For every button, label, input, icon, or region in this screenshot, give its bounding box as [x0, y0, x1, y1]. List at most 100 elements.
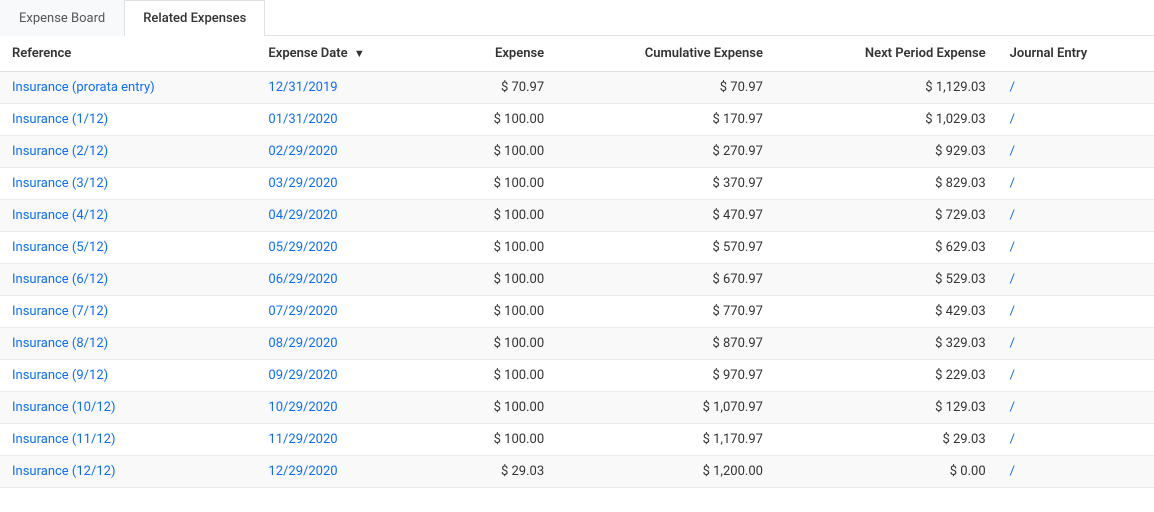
cell-expense-date[interactable]: 04/29/2020: [256, 200, 441, 232]
cell-cumulative-expense: $ 70.97: [556, 72, 775, 104]
cell-next-period-expense: $ 1,029.03: [775, 104, 998, 136]
col-header-next-period-expense: Next Period Expense: [775, 36, 998, 72]
table-row: Insurance (11/12)11/29/2020$ 100.00$ 1,1…: [0, 424, 1154, 456]
table-row: Insurance (7/12)07/29/2020$ 100.00$ 770.…: [0, 296, 1154, 328]
tab-expense-board[interactable]: Expense Board: [0, 0, 124, 36]
cell-reference[interactable]: Insurance (9/12): [0, 360, 256, 392]
cell-journal-entry[interactable]: /: [998, 136, 1154, 168]
cell-journal-entry[interactable]: /: [998, 456, 1154, 488]
cell-reference[interactable]: Insurance (4/12): [0, 200, 256, 232]
table-row: Insurance (prorata entry)12/31/2019$ 70.…: [0, 72, 1154, 104]
cell-journal-entry[interactable]: /: [998, 232, 1154, 264]
cell-next-period-expense: $ 229.03: [775, 360, 998, 392]
cell-expense: $ 100.00: [442, 168, 557, 200]
cell-next-period-expense: $ 1,129.03: [775, 72, 998, 104]
cell-reference[interactable]: Insurance (5/12): [0, 232, 256, 264]
cell-reference[interactable]: Insurance (12/12): [0, 456, 256, 488]
cell-next-period-expense: $ 729.03: [775, 200, 998, 232]
cell-journal-entry[interactable]: /: [998, 264, 1154, 296]
cell-cumulative-expense: $ 270.97: [556, 136, 775, 168]
cell-reference[interactable]: Insurance (2/12): [0, 136, 256, 168]
cell-journal-entry[interactable]: /: [998, 296, 1154, 328]
cell-reference[interactable]: Insurance (11/12): [0, 424, 256, 456]
cell-next-period-expense: $ 929.03: [775, 136, 998, 168]
cell-expense-date[interactable]: 06/29/2020: [256, 264, 441, 296]
cell-reference[interactable]: Insurance (prorata entry): [0, 72, 256, 104]
cell-expense: $ 100.00: [442, 104, 557, 136]
cell-expense: $ 100.00: [442, 360, 557, 392]
table-row: Insurance (9/12)09/29/2020$ 100.00$ 970.…: [0, 360, 1154, 392]
cell-expense-date[interactable]: 03/29/2020: [256, 168, 441, 200]
cell-reference[interactable]: Insurance (3/12): [0, 168, 256, 200]
cell-expense-date[interactable]: 07/29/2020: [256, 296, 441, 328]
cell-journal-entry[interactable]: /: [998, 360, 1154, 392]
cell-expense-date[interactable]: 08/29/2020: [256, 328, 441, 360]
table-row: Insurance (6/12)06/29/2020$ 100.00$ 670.…: [0, 264, 1154, 296]
cell-next-period-expense: $ 29.03: [775, 424, 998, 456]
cell-journal-entry[interactable]: /: [998, 328, 1154, 360]
cell-journal-entry[interactable]: /: [998, 424, 1154, 456]
cell-next-period-expense: $ 629.03: [775, 232, 998, 264]
cell-cumulative-expense: $ 370.97: [556, 168, 775, 200]
table-row: Insurance (12/12)12/29/2020$ 29.03$ 1,20…: [0, 456, 1154, 488]
cell-expense: $ 100.00: [442, 328, 557, 360]
cell-expense: $ 100.00: [442, 232, 557, 264]
cell-next-period-expense: $ 429.03: [775, 296, 998, 328]
cell-expense: $ 70.97: [442, 72, 557, 104]
cell-cumulative-expense: $ 1,070.97: [556, 392, 775, 424]
cell-journal-entry[interactable]: /: [998, 200, 1154, 232]
cell-cumulative-expense: $ 570.97: [556, 232, 775, 264]
col-header-expense-date[interactable]: Expense Date ▼: [256, 36, 441, 72]
cell-journal-entry[interactable]: /: [998, 72, 1154, 104]
cell-expense: $ 100.00: [442, 392, 557, 424]
cell-next-period-expense: $ 829.03: [775, 168, 998, 200]
table-row: Insurance (3/12)03/29/2020$ 100.00$ 370.…: [0, 168, 1154, 200]
cell-reference[interactable]: Insurance (7/12): [0, 296, 256, 328]
table-row: Insurance (1/12)01/31/2020$ 100.00$ 170.…: [0, 104, 1154, 136]
cell-cumulative-expense: $ 1,200.00: [556, 456, 775, 488]
cell-expense-date[interactable]: 12/31/2019: [256, 72, 441, 104]
cell-cumulative-expense: $ 870.97: [556, 328, 775, 360]
cell-expense-date[interactable]: 10/29/2020: [256, 392, 441, 424]
table-header-row: Reference Expense Date ▼ Expense Cumulat…: [0, 36, 1154, 72]
cell-cumulative-expense: $ 1,170.97: [556, 424, 775, 456]
cell-next-period-expense: $ 0.00: [775, 456, 998, 488]
table-row: Insurance (5/12)05/29/2020$ 100.00$ 570.…: [0, 232, 1154, 264]
cell-expense: $ 100.00: [442, 296, 557, 328]
cell-expense: $ 100.00: [442, 136, 557, 168]
cell-next-period-expense: $ 329.03: [775, 328, 998, 360]
tab-related-expenses[interactable]: Related Expenses: [124, 0, 265, 36]
cell-reference[interactable]: Insurance (6/12): [0, 264, 256, 296]
cell-cumulative-expense: $ 970.97: [556, 360, 775, 392]
cell-cumulative-expense: $ 170.97: [556, 104, 775, 136]
table-row: Insurance (4/12)04/29/2020$ 100.00$ 470.…: [0, 200, 1154, 232]
cell-journal-entry[interactable]: /: [998, 168, 1154, 200]
cell-expense-date[interactable]: 01/31/2020: [256, 104, 441, 136]
cell-reference[interactable]: Insurance (8/12): [0, 328, 256, 360]
table-row: Insurance (8/12)08/29/2020$ 100.00$ 870.…: [0, 328, 1154, 360]
cell-expense-date[interactable]: 11/29/2020: [256, 424, 441, 456]
cell-reference[interactable]: Insurance (1/12): [0, 104, 256, 136]
cell-expense-date[interactable]: 09/29/2020: [256, 360, 441, 392]
cell-cumulative-expense: $ 770.97: [556, 296, 775, 328]
col-header-reference: Reference: [0, 36, 256, 72]
cell-cumulative-expense: $ 670.97: [556, 264, 775, 296]
cell-expense-date[interactable]: 12/29/2020: [256, 456, 441, 488]
cell-expense-date[interactable]: 02/29/2020: [256, 136, 441, 168]
table-row: Insurance (2/12)02/29/2020$ 100.00$ 270.…: [0, 136, 1154, 168]
cell-journal-entry[interactable]: /: [998, 392, 1154, 424]
expenses-table: Reference Expense Date ▼ Expense Cumulat…: [0, 36, 1154, 488]
cell-reference[interactable]: Insurance (10/12): [0, 392, 256, 424]
cell-next-period-expense: $ 129.03: [775, 392, 998, 424]
cell-expense: $ 100.00: [442, 264, 557, 296]
cell-next-period-expense: $ 529.03: [775, 264, 998, 296]
sort-arrow-icon: ▼: [354, 47, 365, 60]
cell-expense: $ 100.00: [442, 200, 557, 232]
cell-expense-date[interactable]: 05/29/2020: [256, 232, 441, 264]
tab-bar: Expense Board Related Expenses: [0, 0, 1154, 36]
cell-expense: $ 100.00: [442, 424, 557, 456]
tabs-container: Expense Board Related Expenses Reference…: [0, 0, 1154, 488]
cell-cumulative-expense: $ 470.97: [556, 200, 775, 232]
cell-expense: $ 29.03: [442, 456, 557, 488]
cell-journal-entry[interactable]: /: [998, 104, 1154, 136]
